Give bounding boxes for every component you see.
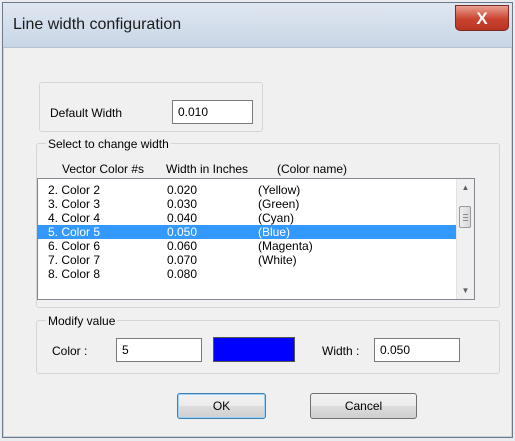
default-width-input[interactable]: 0.010: [172, 100, 253, 124]
scroll-thumb[interactable]: [459, 206, 471, 228]
row-width: 0.040: [167, 211, 198, 225]
row-color: 5. Color 5: [48, 225, 101, 239]
row-name: (Blue): [258, 225, 291, 239]
scroll-up-icon[interactable]: ▲: [457, 179, 474, 196]
list-item[interactable]: 6. Color 6 0.060 (Magenta): [38, 239, 456, 253]
list-item[interactable]: 8. Color 8 0.080: [38, 267, 456, 281]
window-title: Line width configuration: [13, 16, 182, 33]
color-width-list[interactable]: 2. Color 2 0.020 (Yellow) 3. Color 3 0.0…: [37, 178, 475, 300]
row-color: 3. Color 3: [48, 197, 101, 211]
row-name: (White): [258, 253, 297, 267]
row-name: (Yellow): [258, 183, 301, 197]
header-width-inches: Width in Inches: [166, 162, 249, 176]
list-item[interactable]: 2. Color 2 0.020 (Yellow): [38, 183, 456, 197]
row-width: 0.080: [167, 267, 198, 281]
row-name: (Cyan): [258, 211, 295, 225]
width-input[interactable]: 0.050: [374, 338, 460, 362]
row-name: (Green): [258, 197, 300, 211]
color-swatch: [213, 337, 295, 362]
list-item[interactable]: 4. Color 4 0.040 (Cyan): [38, 211, 456, 225]
select-width-group-label: Select to change width: [46, 137, 171, 151]
row-color: 4. Color 4: [48, 211, 101, 225]
row-width: 0.020: [167, 183, 198, 197]
title-bar: Line width configuration X: [3, 3, 512, 48]
row-name: (Magenta): [258, 239, 313, 253]
row-color: 7. Color 7: [48, 253, 101, 267]
width-label: Width :: [322, 344, 360, 358]
row-color: 6. Color 6: [48, 239, 101, 253]
row-width: 0.060: [167, 239, 198, 253]
header-color-name: (Color name): [277, 162, 348, 176]
row-color: 2. Color 2: [48, 183, 101, 197]
close-icon: X: [476, 8, 488, 28]
close-button[interactable]: X: [455, 5, 509, 31]
row-width: 0.030: [167, 197, 198, 211]
row-color: 8. Color 8: [48, 267, 101, 281]
color-label: Color :: [52, 344, 88, 358]
list-item[interactable]: 3. Color 3 0.030 (Green): [38, 197, 456, 211]
cancel-button[interactable]: Cancel: [310, 393, 417, 419]
ok-button[interactable]: OK: [177, 393, 266, 419]
color-input[interactable]: 5: [116, 338, 202, 362]
modify-value-group-label: Modify value: [46, 314, 118, 328]
list-scrollbar[interactable]: ▲ ▼: [456, 179, 474, 299]
scroll-down-icon[interactable]: ▼: [457, 282, 474, 299]
row-width: 0.050: [167, 225, 198, 239]
list-item[interactable]: 7. Color 7 0.070 (White): [38, 253, 456, 267]
header-vector-color: Vector Color #s: [62, 162, 145, 176]
default-width-label: Default Width: [50, 106, 123, 120]
list-item-selected[interactable]: 5. Color 5 0.050 (Blue): [38, 225, 456, 239]
row-width: 0.070: [167, 253, 198, 267]
